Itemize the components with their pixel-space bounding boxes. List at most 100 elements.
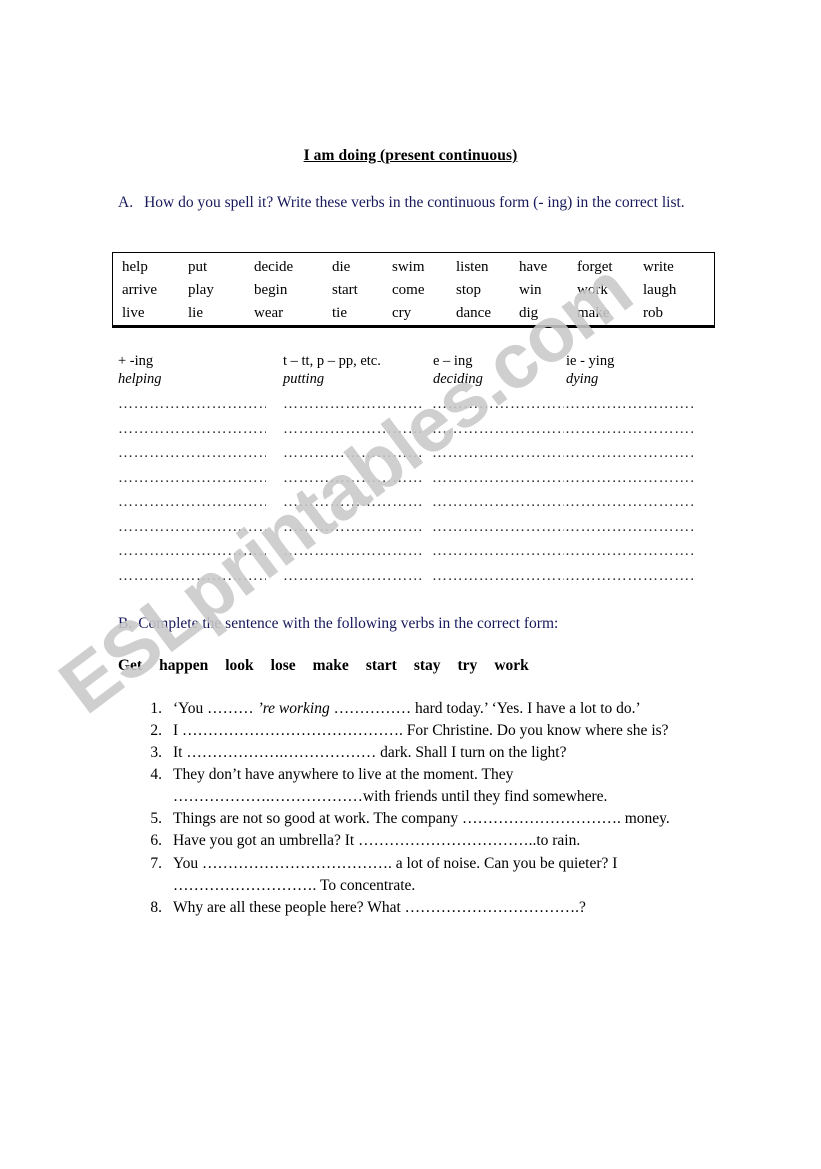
question-example-answer: ’re working <box>257 700 330 717</box>
verb-cell: dig <box>519 304 539 321</box>
answer-line[interactable]: …………………………………………………… <box>565 396 693 413</box>
question-text: I ……………………………………. For Christine. Do you … <box>173 720 700 742</box>
verb-cell: forget <box>577 259 613 275</box>
answer-line[interactable]: …………………………………………………… <box>283 445 423 462</box>
question-text: Why are all these people here? What …………… <box>173 897 700 919</box>
answer-line-row: …………………………………………………………………………………………………………… <box>118 543 718 568</box>
answer-line[interactable]: …………………………………………………… <box>118 445 266 462</box>
answer-line[interactable]: …………………………………………………… <box>432 568 564 585</box>
verb-cell: dance <box>456 304 491 321</box>
question-text: Things are not so good at work. The comp… <box>173 808 700 830</box>
answer-line[interactable]: …………………………………………………… <box>118 568 266 585</box>
answer-line[interactable]: …………………………………………………… <box>565 470 693 487</box>
word-bank-item: lose <box>270 657 296 674</box>
category-column: + -ing helping <box>118 352 162 390</box>
question-item: 7. You ………………………………. a lot of noise. Can … <box>140 853 700 897</box>
question-item: 5. Things are not so good at work. The co… <box>140 808 700 830</box>
answer-line[interactable]: …………………………………………………… <box>283 396 423 413</box>
answer-line[interactable]: …………………………………………………… <box>118 396 266 413</box>
answer-line[interactable]: …………………………………………………… <box>432 470 564 487</box>
section-a-instruction: A. How do you spell it? Write these verbs… <box>118 192 703 214</box>
answer-line[interactable]: …………………………………………………… <box>118 470 266 487</box>
question-text-part: Things are not so good at work. The comp… <box>173 810 670 828</box>
question-number: 7. <box>150 854 162 872</box>
question-text: ‘You ……… ’re working …………… hard today.’ … <box>173 698 700 720</box>
question-number: 4. <box>150 766 162 784</box>
page-title: I am doing (present continuous) <box>0 147 821 165</box>
question-number: 2. <box>150 722 162 740</box>
section-b-instruction: B. Complete the sentence with the followi… <box>118 613 718 635</box>
question-number: 1. <box>150 700 162 717</box>
section-a-instruction-text: How do you spell it? Write these verbs i… <box>144 194 685 211</box>
answer-line[interactable]: …………………………………………………… <box>283 470 423 487</box>
answer-line[interactable]: …………………………………………………… <box>565 445 693 462</box>
verb-cell: play <box>188 281 214 298</box>
question-text: It ……………….……………… dark. Shall I turn on t… <box>173 742 700 764</box>
question-item: 4. They don’t have anywhere to live at th… <box>140 764 700 808</box>
category-column: t – tt, p – pp, etc. putting <box>283 352 381 390</box>
verb-cell: laugh <box>643 281 677 298</box>
section-b-instruction-text: Complete the sentence with the following… <box>138 615 559 632</box>
verb-cell: cry <box>392 304 412 321</box>
answer-line[interactable]: …………………………………………………… <box>283 543 423 560</box>
answer-line-row: …………………………………………………………………………………………………………… <box>118 519 718 544</box>
question-text: They don’t have anywhere to live at the … <box>173 764 700 808</box>
verb-cell: work <box>577 281 608 298</box>
verb-cell: make <box>577 304 610 321</box>
answer-line[interactable]: …………………………………………………… <box>565 568 693 585</box>
category-column: ie - ying dying <box>566 352 614 390</box>
answer-line[interactable]: …………………………………………………… <box>565 421 693 438</box>
verb-cell: tie <box>332 304 347 321</box>
answer-line[interactable]: …………………………………………………… <box>283 494 423 511</box>
verb-cell: put <box>188 259 208 275</box>
question-text-part: You ………………………………. a lot of noise. Can yo… <box>173 854 618 894</box>
word-bank-item: stay <box>413 657 441 674</box>
answer-line[interactable]: …………………………………………………… <box>432 445 564 462</box>
question-number: 5. <box>150 810 162 828</box>
question-number: 3. <box>150 744 162 762</box>
question-text-part: Have you got an umbrella? It ……………………………… <box>173 832 581 850</box>
answer-line[interactable]: …………………………………………………… <box>565 494 693 511</box>
category-label: e – ing <box>433 353 473 369</box>
answer-line[interactable]: …………………………………………………… <box>118 421 266 438</box>
answer-line[interactable]: …………………………………………………… <box>432 421 564 438</box>
verb-bank-grid: help put decide die swim listen have for… <box>112 252 715 324</box>
verb-cell: write <box>643 259 674 275</box>
answer-line[interactable]: …………………………………………………… <box>118 519 266 536</box>
question-text-part: I ……………………………………. For Christine. Do you … <box>173 722 669 740</box>
answer-line[interactable]: …………………………………………………… <box>283 421 423 438</box>
verb-cell: come <box>392 281 425 298</box>
answer-line[interactable]: …………………………………………………… <box>283 519 423 536</box>
verb-cell: stop <box>456 281 482 298</box>
category-column: e – ing deciding <box>433 352 483 390</box>
answer-line[interactable]: …………………………………………………… <box>565 543 693 560</box>
answer-line[interactable]: …………………………………………………… <box>283 568 423 585</box>
question-text-part: They don’t have anywhere to live at the … <box>173 766 608 806</box>
answer-line[interactable]: …………………………………………………… <box>118 494 266 511</box>
question-item: 1. ‘You ……… ’re working …………… hard today.… <box>140 698 700 720</box>
question-text-part: It ……………….……………… dark. Shall I turn on t… <box>173 744 567 762</box>
category-label: ie - ying <box>566 353 615 369</box>
answer-line[interactable]: …………………………………………………… <box>432 519 564 536</box>
answer-line-row: …………………………………………………………………………………………………………… <box>118 421 718 446</box>
section-a-letter: A. <box>118 194 134 211</box>
verb-cell: lie <box>188 304 203 321</box>
answer-line[interactable]: …………………………………………………… <box>432 543 564 560</box>
verb-cell: begin <box>254 281 288 298</box>
category-example: putting <box>283 371 325 388</box>
answer-line-row: …………………………………………………………………………………………………………… <box>118 445 718 470</box>
answer-line[interactable]: …………………………………………………… <box>432 494 564 511</box>
answer-line[interactable]: …………………………………………………… <box>118 543 266 560</box>
verb-cell: rob <box>643 304 663 321</box>
answer-lines-area[interactable]: …………………………………………………………………………………………………………… <box>118 396 718 592</box>
answer-line-row: …………………………………………………………………………………………………………… <box>118 494 718 519</box>
answer-line[interactable]: …………………………………………………… <box>432 396 564 413</box>
category-example: dying <box>566 371 599 388</box>
answer-line[interactable]: …………………………………………………… <box>565 519 693 536</box>
question-text: You ………………………………. a lot of noise. Can yo… <box>173 853 700 897</box>
page-title-text: I am doing (present continuous) <box>303 147 518 164</box>
question-text-part: …………… hard today.’ ‘Yes. I have a lot to… <box>329 700 641 717</box>
section-b-word-bank: Get happen look lose make start stay try work <box>118 657 718 675</box>
question-number: 6. <box>150 832 162 850</box>
question-text: Have you got an umbrella? It ……………………………… <box>173 830 700 852</box>
